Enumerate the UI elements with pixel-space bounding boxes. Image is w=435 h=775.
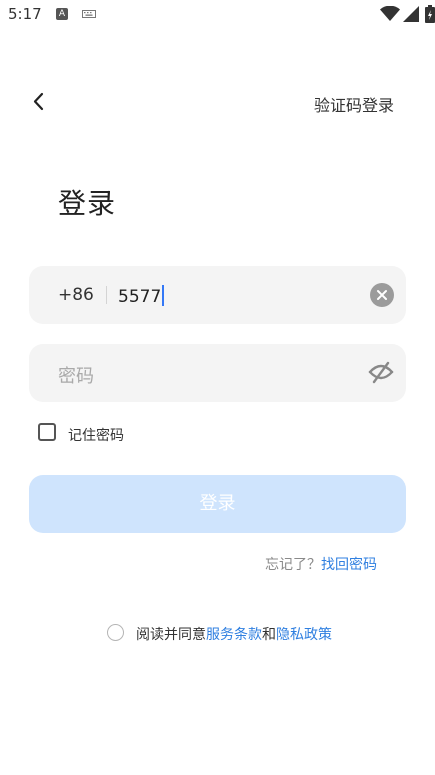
agreement-prefix: 阅读并同意	[136, 627, 206, 643]
battery-icon	[425, 5, 435, 23]
wifi-icon	[380, 6, 400, 21]
password-field[interactable]: 密码	[29, 344, 406, 402]
keyboard-icon	[82, 10, 96, 18]
sms-login-link[interactable]: 验证码登录	[314, 92, 394, 116]
forgot-password: 忘记了？找回密码	[265, 554, 377, 574]
status-time: 5:17	[8, 5, 42, 23]
field-divider	[106, 286, 107, 304]
phone-field[interactable]: +86 5577	[29, 266, 406, 324]
agreement-checkbox[interactable]	[107, 624, 124, 641]
chevron-left-icon	[33, 92, 44, 111]
agreement-text: 阅读并同意服务条款和隐私政策	[136, 624, 332, 644]
remember-password-label[interactable]: 记住密码	[68, 425, 124, 445]
terms-of-service-link[interactable]: 服务条款	[206, 627, 262, 643]
country-code-selector[interactable]: +86	[58, 285, 94, 305]
a-notification-icon: A	[56, 8, 68, 20]
signal-icon	[403, 6, 419, 22]
text-caret	[162, 285, 165, 306]
eye-off-icon	[368, 361, 394, 384]
password-visibility-toggle[interactable]	[368, 361, 394, 385]
status-icons	[380, 5, 435, 23]
clear-button[interactable]	[370, 283, 394, 307]
password-placeholder: 密码	[58, 366, 94, 387]
status-bar: 5:17 A	[0, 0, 435, 30]
back-button[interactable]	[26, 88, 54, 116]
phone-input[interactable]: 5577	[118, 285, 165, 307]
page-title: 登录	[58, 187, 117, 220]
recover-password-link[interactable]: 找回密码	[321, 557, 377, 573]
remember-password-checkbox[interactable]	[38, 423, 56, 441]
login-button[interactable]: 登录	[29, 475, 406, 533]
agreement-conjunction: 和	[262, 627, 276, 643]
privacy-policy-link[interactable]: 隐私政策	[276, 627, 332, 643]
phone-value: 5577	[118, 287, 162, 307]
forgot-text: 忘记了？	[265, 557, 321, 573]
clear-icon	[370, 283, 394, 307]
